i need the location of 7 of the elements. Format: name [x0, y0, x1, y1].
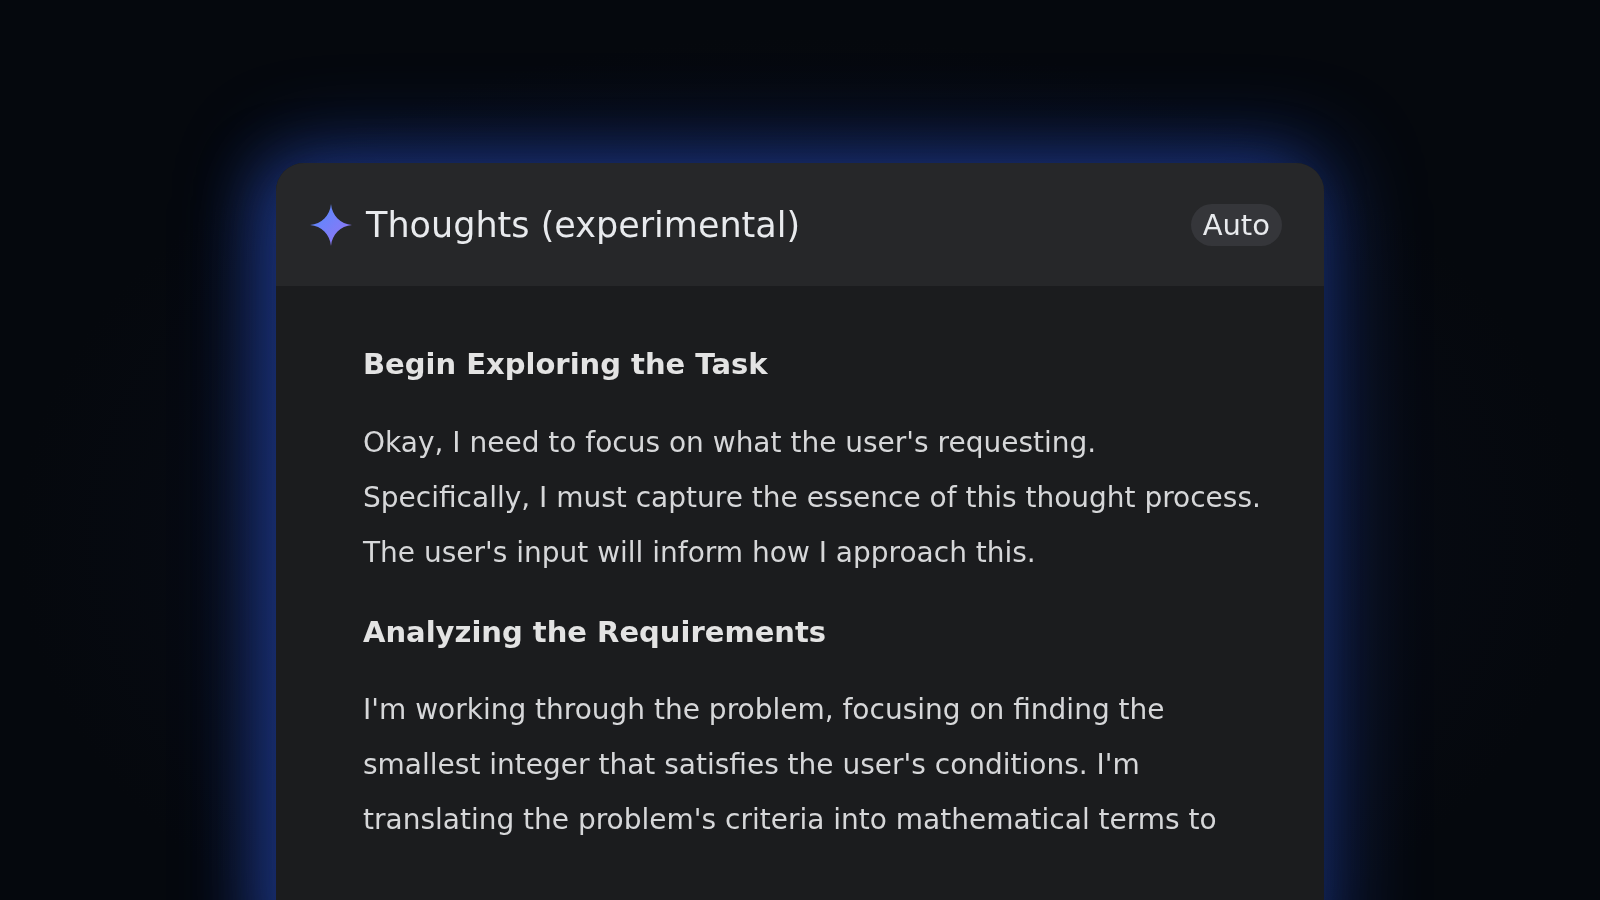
section-paragraph: I'm working through the problem, focusing on finding the smallest integer that satisfies the user's conditions. I'm translating the problem's criteria into mathematical terms to	[363, 692, 1218, 839]
section-heading: Analyzing the Requirements	[363, 613, 828, 651]
section-heading: Begin Exploring the Task	[363, 346, 769, 383]
panel-title: Thoughts (experimental)	[366, 204, 802, 245]
section-paragraph: Okay, I need to focus on what the user's requesting. Specifically, I must capture the essence of this thought process. The user's input will inform how I approach this.	[363, 424, 1262, 571]
mode-badge[interactable]: Auto	[1190, 203, 1282, 246]
sparkle-icon	[310, 203, 352, 246]
